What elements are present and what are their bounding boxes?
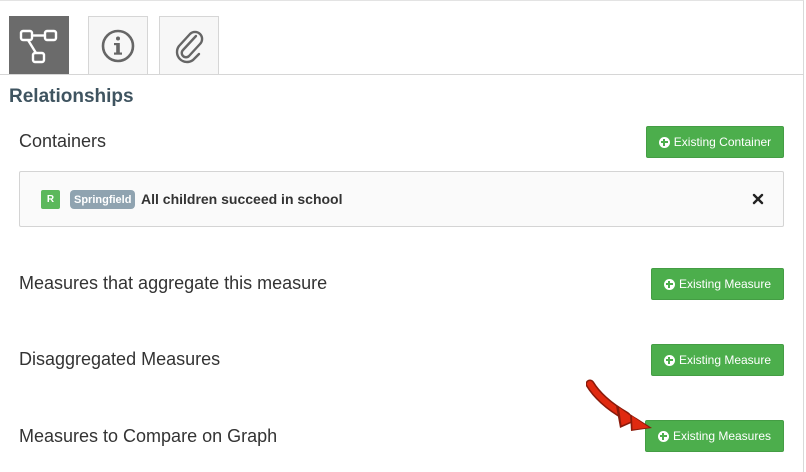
add-compare-measures-label: Existing Measures xyxy=(672,429,772,443)
section-title: Relationships xyxy=(9,86,134,107)
containers-label: Containers xyxy=(19,131,107,151)
add-disaggregated-measure-label: Existing Measure xyxy=(678,353,772,367)
add-aggregate-measure-button[interactable]: Existing Measure xyxy=(651,268,784,300)
plus-circle-icon xyxy=(657,430,669,442)
container-org-tag: Springfield xyxy=(70,190,136,209)
container-type-badge: R xyxy=(41,190,60,209)
aggregate-measures-label: Measures that aggregate this measure xyxy=(19,273,328,293)
plus-circle-icon xyxy=(663,354,675,366)
disaggregated-measures-label: Disaggregated Measures xyxy=(19,349,221,369)
add-compare-measures-button[interactable]: Existing Measures xyxy=(645,420,784,452)
plus-circle-icon xyxy=(658,136,670,148)
add-aggregate-measure-label: Existing Measure xyxy=(678,277,772,291)
tab-info[interactable] xyxy=(88,16,148,74)
compare-measures-label: Measures to Compare on Graph xyxy=(19,426,278,446)
close-icon[interactable] xyxy=(750,191,766,207)
container-item: R Springfield All children succeed in sc… xyxy=(19,171,784,227)
paperclip-icon xyxy=(175,30,204,63)
add-existing-container-label: Existing Container xyxy=(673,135,772,149)
plus-circle-icon xyxy=(663,278,675,290)
tab-attachments[interactable] xyxy=(159,16,219,74)
container-name[interactable]: All children succeed in school xyxy=(141,191,343,207)
tab-divider xyxy=(0,74,804,75)
add-existing-container-button[interactable]: Existing Container xyxy=(646,126,784,158)
tab-relationships[interactable] xyxy=(9,16,69,74)
add-disaggregated-measure-button[interactable]: Existing Measure xyxy=(651,344,784,376)
info-icon xyxy=(101,29,135,62)
relationships-icon xyxy=(19,29,58,63)
